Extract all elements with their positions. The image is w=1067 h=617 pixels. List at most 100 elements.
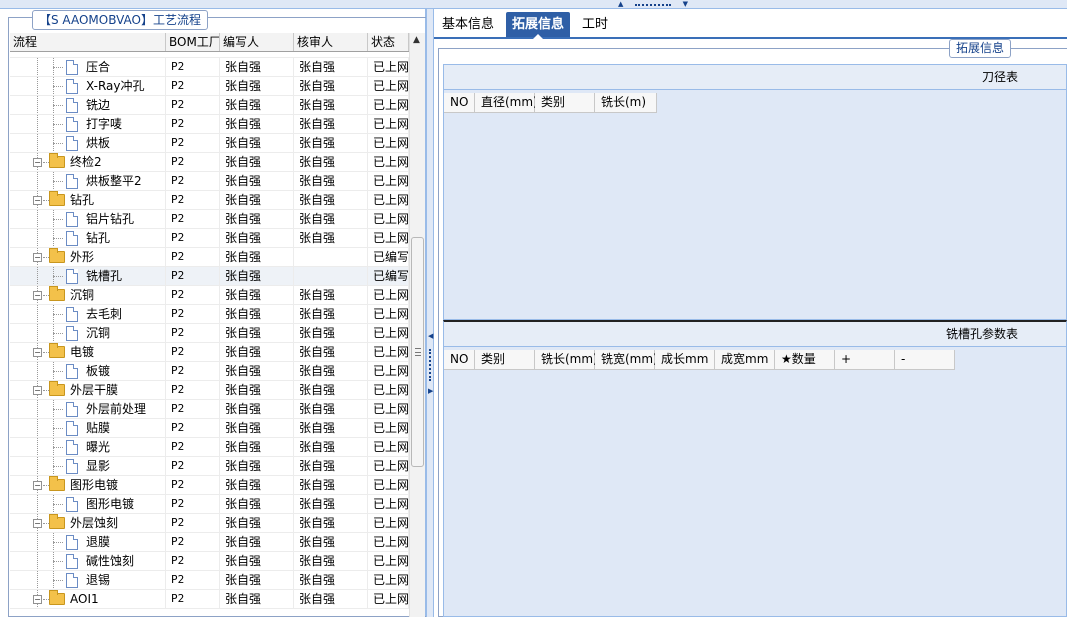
tree-line — [37, 400, 38, 418]
flow-cell: 板镀 — [10, 362, 166, 380]
table-row[interactable]: 打字唛 P2 张自强 张自强 已上网 — [10, 115, 409, 134]
table-row[interactable]: 压合 P2 张自强 张自强 已上网 — [10, 58, 409, 77]
table-row[interactable]: 铝片钻孔 P2 张自强 张自强 已上网 — [10, 210, 409, 229]
slot-param-column-header[interactable]: NO — [444, 350, 475, 369]
table-row[interactable]: 沉铜 P2 张自强 张自强 已上网 — [10, 324, 409, 343]
writer-cell: 张自强 — [220, 58, 294, 76]
tab-work-hours[interactable]: 工时 — [576, 12, 614, 37]
bom-cell: P2 — [166, 96, 220, 114]
table-row[interactable]: − 钻孔 P2 张自强 张自强 已上网 — [10, 191, 409, 210]
table-row[interactable]: 去毛刺 P2 张自强 张自强 已上网 — [10, 305, 409, 324]
collapse-left-icon[interactable]: ◀ — [428, 332, 433, 340]
collapse-toggle-icon[interactable]: − — [33, 196, 42, 205]
table-row[interactable]: 图形电镀 P2 张自强 张自强 已上网 — [10, 495, 409, 514]
expand-right-icon[interactable]: ▶ — [428, 387, 433, 395]
vertical-scrollbar[interactable]: ▲ — [409, 33, 425, 617]
slot-param-column-header[interactable]: 成宽mm — [715, 350, 775, 369]
table-row[interactable]: 曝光 P2 张自强 张自强 已上网 — [10, 438, 409, 457]
table-row[interactable]: − 图形电镀 P2 张自强 张自强 已上网 — [10, 476, 409, 495]
table-row[interactable]: − 电镀 P2 张自强 张自强 已上网 — [10, 343, 409, 362]
writer-cell: 张自强 — [220, 362, 294, 380]
table-row[interactable]: − 外层蚀刻 P2 张自强 张自强 已上网 — [10, 514, 409, 533]
table-row[interactable]: 外层前处理 P2 张自强 张自强 已上网 — [10, 400, 409, 419]
table-row[interactable]: 显影 P2 张自强 张自强 已上网 — [10, 457, 409, 476]
table-row[interactable]: 板镀 P2 张自强 张自强 已上网 — [10, 362, 409, 381]
middle-splitter[interactable]: ◀ ▶ — [426, 9, 434, 617]
document-icon — [66, 79, 78, 94]
collapse-toggle-icon[interactable]: − — [33, 595, 42, 604]
tab-extended-info[interactable]: 拓展信息 — [506, 12, 571, 39]
collapse-toggle-icon[interactable]: − — [33, 158, 42, 167]
table-row[interactable]: 退膜 P2 张自强 张自强 已上网 — [10, 533, 409, 552]
scroll-up-icon[interactable]: ▲ — [413, 35, 420, 45]
bom-cell: P2 — [166, 590, 220, 608]
reviewer-cell: 张自强 — [294, 533, 368, 551]
top-splitter[interactable]: ▲ ▼ — [0, 0, 1067, 9]
tree-line — [37, 134, 38, 152]
table-row[interactable]: X-Ray冲孔 P2 张自强 张自强 已上网 — [10, 77, 409, 96]
tool-diameter-column-header[interactable]: 直径(mm) — [475, 93, 538, 112]
table-row[interactable]: − AOI1 P2 张自强 张自强 已上网 — [10, 590, 409, 609]
flow-name: 退膜 — [86, 535, 111, 549]
table-row[interactable]: 铣槽孔 P2 张自强 已编写 — [10, 267, 409, 286]
writer-cell: 张自强 — [220, 343, 294, 361]
collapse-toggle-icon[interactable]: − — [33, 481, 42, 490]
grid-body: 压合 P2 张自强 张自强 已上网 X-Ray冲孔 P2 张自强 张自强 已上网 铣边 P2 张自强 张自… — [10, 58, 409, 609]
bom-cell: P2 — [166, 172, 220, 190]
folder-icon — [49, 191, 65, 206]
bom-cell: P2 — [166, 438, 220, 456]
table-row[interactable]: 碱性蚀刻 P2 张自强 张自强 已上网 — [10, 552, 409, 571]
scroll-thumb[interactable] — [411, 237, 424, 467]
tree-line — [53, 447, 63, 448]
bom-cell: P2 — [166, 153, 220, 171]
table-row[interactable]: − 外层干膜 P2 张自强 张自强 已上网 — [10, 381, 409, 400]
table-row[interactable]: − 终检2 P2 张自强 张自强 已上网 — [10, 153, 409, 172]
writer-cell: 张自强 — [220, 248, 294, 266]
bom-cell: P2 — [166, 552, 220, 570]
tab-basic-info[interactable]: 基本信息 — [436, 12, 500, 37]
table-row[interactable]: 退锡 P2 张自强 张自强 已上网 — [10, 571, 409, 590]
reviewer-cell: 张自强 — [294, 476, 368, 494]
collapse-up-icon[interactable]: ▲ — [618, 1, 623, 8]
writer-cell: 张自强 — [220, 590, 294, 608]
table-row[interactable]: 烘板 P2 张自强 张自强 已上网 — [10, 134, 409, 153]
slot-param-column-header[interactable]: ★数量 — [775, 350, 835, 369]
column-header-status[interactable]: 状态 — [368, 33, 409, 51]
slot-param-column-header[interactable]: 铣宽(mm) — [595, 350, 658, 369]
status-cell: 已上网 — [368, 438, 409, 456]
collapse-toggle-icon[interactable]: − — [33, 291, 42, 300]
reviewer-cell: 张自强 — [294, 286, 368, 304]
slot-param-column-header[interactable]: 成长mm — [655, 350, 715, 369]
collapse-toggle-icon[interactable]: − — [33, 348, 42, 357]
tool-diameter-column-header[interactable]: 类别 — [535, 93, 595, 112]
column-header-flow[interactable]: 流程 — [10, 33, 166, 51]
flow-name: 电镀 — [70, 345, 95, 359]
table-row[interactable]: 贴膜 P2 张自强 张自强 已上网 — [10, 419, 409, 438]
tool-diameter-column-header[interactable]: NO — [444, 93, 475, 112]
table-row[interactable]: 烘板整平2 P2 张自强 张自强 已上网 — [10, 172, 409, 191]
table-row[interactable]: − 沉铜 P2 张自强 张自强 已上网 — [10, 286, 409, 305]
writer-cell: 张自强 — [220, 305, 294, 323]
slot-param-column-header[interactable]: - — [895, 350, 955, 369]
flow-cell: 压合 — [10, 58, 166, 76]
slot-param-column-header[interactable]: 类别 — [475, 350, 535, 369]
column-header-bom[interactable]: BOM工厂 — [166, 33, 220, 51]
collapse-toggle-icon[interactable]: − — [33, 386, 42, 395]
column-header-reviewer[interactable]: 核审人 — [294, 33, 368, 51]
bom-cell: P2 — [166, 58, 220, 76]
expand-down-icon[interactable]: ▼ — [683, 1, 688, 8]
collapse-toggle-icon[interactable]: − — [33, 519, 42, 528]
flow-name: 外层干膜 — [70, 383, 119, 397]
collapse-toggle-icon[interactable]: − — [33, 253, 42, 262]
slot-param-column-header[interactable]: 铣长(mm) — [535, 350, 598, 369]
table-row[interactable]: − 外形 P2 张自强 已编写 — [10, 248, 409, 267]
grip-dots — [635, 3, 671, 6]
column-header-writer[interactable]: 编写人 — [220, 33, 294, 51]
status-cell: 已上网 — [368, 58, 409, 76]
table-row[interactable]: 钻孔 P2 张自强 张自强 已上网 — [10, 229, 409, 248]
table-row[interactable]: 铣边 P2 张自强 张自强 已上网 — [10, 96, 409, 115]
tool-diameter-column-header[interactable]: 铣长(m) — [595, 93, 657, 112]
slot-param-column-header[interactable]: + — [835, 350, 895, 369]
flow-cell: 烘板 — [10, 134, 166, 152]
splitter-grip[interactable]: ▲ ▼ — [618, 0, 688, 9]
